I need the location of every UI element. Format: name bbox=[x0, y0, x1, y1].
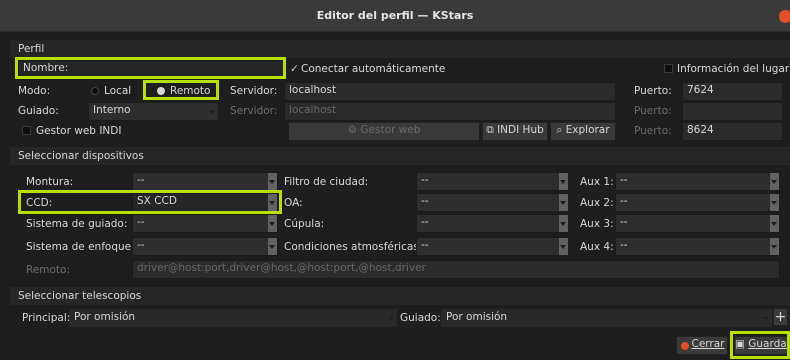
chevron-down-icon bbox=[387, 310, 396, 326]
chevron-down-icon bbox=[770, 238, 779, 255]
indi-hub-button[interactable]: ⧉ INDI Hub bbox=[482, 122, 548, 141]
section-perfil-label: Perfil bbox=[18, 43, 45, 55]
chevron-down-icon bbox=[208, 103, 218, 120]
aux4-combo[interactable]: -- bbox=[615, 237, 780, 256]
guider-label: Sistema de guiado: bbox=[26, 218, 128, 230]
chevron-down-icon bbox=[268, 173, 277, 190]
filter-value: -- bbox=[421, 174, 429, 186]
window-title: Editor del perfil — KStars bbox=[316, 9, 474, 22]
focuser-combo[interactable]: -- bbox=[132, 237, 278, 256]
aux3-value: -- bbox=[620, 216, 628, 228]
guider-combo[interactable]: -- bbox=[132, 214, 278, 233]
explore-button[interactable]: ⌕ Explorar bbox=[550, 122, 616, 141]
weather-label: Condiciones atmosféricas: bbox=[284, 241, 423, 253]
dome-label: Cúpula: bbox=[284, 218, 325, 230]
aux2-label: Aux 2: bbox=[580, 197, 614, 209]
chevron-down-icon bbox=[770, 215, 779, 232]
chevron-down-icon bbox=[559, 173, 568, 190]
filter-combo[interactable]: -- bbox=[416, 172, 569, 191]
close-button[interactable]: Cerrar bbox=[676, 336, 728, 355]
highlight-remote bbox=[143, 80, 219, 100]
aux3-label: Aux 3: bbox=[580, 218, 614, 230]
chevron-down-icon bbox=[770, 194, 779, 211]
focuser-label: Sistema de enfoque: bbox=[26, 241, 135, 253]
add-scope-button[interactable]: + bbox=[773, 308, 788, 326]
oa-combo[interactable]: -- bbox=[416, 193, 569, 212]
chevron-down-icon bbox=[268, 238, 277, 255]
guiding-port-input[interactable] bbox=[682, 102, 783, 121]
web-manager-checkbox[interactable] bbox=[22, 126, 31, 135]
guiding-combo[interactable]: Interno bbox=[88, 102, 219, 121]
check-icon: ✓ bbox=[290, 63, 299, 75]
port-label: Puerto: bbox=[634, 85, 672, 97]
highlight-ccd bbox=[18, 190, 282, 214]
guiding-port-label: Puerto: bbox=[634, 105, 672, 117]
section-perfil bbox=[10, 40, 790, 58]
focuser-value: -- bbox=[137, 239, 145, 251]
guiding-server-label: Servidor: bbox=[230, 105, 278, 117]
chevron-down-icon bbox=[559, 215, 568, 232]
close-icon bbox=[681, 342, 689, 350]
guiding-server-input[interactable]: localhost bbox=[284, 102, 616, 121]
server-input[interactable]: localhost bbox=[284, 82, 616, 101]
guide-scope-combo[interactable]: Por omisión bbox=[441, 309, 772, 327]
window-close-icon[interactable] bbox=[779, 10, 790, 23]
aux3-combo[interactable]: -- bbox=[615, 214, 780, 233]
web-manager-label: Gestor web INDI bbox=[36, 125, 122, 137]
oa-label: OA: bbox=[284, 197, 303, 209]
aux2-value: -- bbox=[620, 195, 628, 207]
weather-value: -- bbox=[421, 239, 429, 251]
dome-value: -- bbox=[421, 216, 429, 228]
chevron-down-icon bbox=[770, 173, 779, 190]
remote-drivers-input[interactable]: driver@host:port,driver@host,@host:port,… bbox=[132, 260, 780, 279]
chevron-down-icon bbox=[559, 238, 568, 255]
remote-label: Remoto: bbox=[26, 264, 71, 276]
server-label: Servidor: bbox=[230, 85, 278, 97]
indi-hub-button-label: INDI Hub bbox=[497, 124, 544, 136]
location-info-label: Información del lugar bbox=[677, 63, 790, 75]
highlight-save bbox=[730, 331, 790, 359]
port-input[interactable]: 7624 bbox=[682, 82, 783, 101]
mode-local-label: Local bbox=[104, 85, 132, 97]
mode-label: Modo: bbox=[18, 85, 51, 97]
dome-combo[interactable]: -- bbox=[416, 214, 569, 233]
primary-scope-label: Principal: bbox=[22, 312, 71, 324]
section-devices-label: Seleccionar dispositivos bbox=[18, 150, 144, 162]
section-telescopes-label: Seleccionar telescopios bbox=[18, 290, 142, 302]
mount-label: Montura: bbox=[26, 176, 74, 188]
primary-scope-combo[interactable]: Por omisión bbox=[69, 309, 397, 327]
aux1-value: -- bbox=[620, 174, 628, 186]
mode-local-radio[interactable] bbox=[91, 87, 99, 95]
mount-combo[interactable]: -- bbox=[132, 172, 278, 191]
guiding-label: Guiado: bbox=[18, 105, 59, 117]
oa-value: -- bbox=[421, 195, 429, 207]
aux2-combo[interactable]: -- bbox=[615, 193, 780, 212]
guide-scope-value: Por omisión bbox=[446, 311, 508, 323]
primary-scope-value: Por omisión bbox=[74, 311, 136, 323]
link-icon: ⧉ bbox=[486, 124, 494, 136]
chevron-down-icon bbox=[762, 310, 771, 326]
mount-value: -- bbox=[137, 174, 145, 186]
explore-button-label: Explorar bbox=[565, 124, 610, 136]
aux1-label: Aux 1: bbox=[580, 176, 614, 188]
auto-connect-checkbox[interactable]: Conectar automáticamente bbox=[301, 62, 445, 76]
web-manager-button[interactable]: ⚙ Gestor web bbox=[288, 122, 480, 141]
location-info-checkbox[interactable] bbox=[664, 64, 673, 73]
aux4-label: Aux 4: bbox=[580, 241, 614, 253]
aux1-combo[interactable]: -- bbox=[615, 172, 780, 191]
gear-icon: ⚙ bbox=[347, 124, 358, 136]
guide-scope-label: Guiado: bbox=[400, 312, 441, 324]
chevron-down-icon bbox=[268, 215, 277, 232]
aux4-value: -- bbox=[620, 239, 628, 251]
weather-combo[interactable]: -- bbox=[416, 237, 569, 256]
highlight-name bbox=[15, 57, 286, 79]
web-manager-button-label: Gestor web bbox=[360, 124, 421, 136]
web-port-input[interactable]: 8624 bbox=[682, 122, 783, 141]
filter-label: Filtro de ciudad: bbox=[284, 176, 369, 188]
guiding-combo-value: Interno bbox=[93, 104, 131, 116]
guider-value: -- bbox=[137, 216, 145, 228]
web-port-label: Puerto: bbox=[634, 125, 672, 137]
magnify-icon: ⌕ bbox=[556, 124, 563, 136]
chevron-down-icon bbox=[559, 194, 568, 211]
